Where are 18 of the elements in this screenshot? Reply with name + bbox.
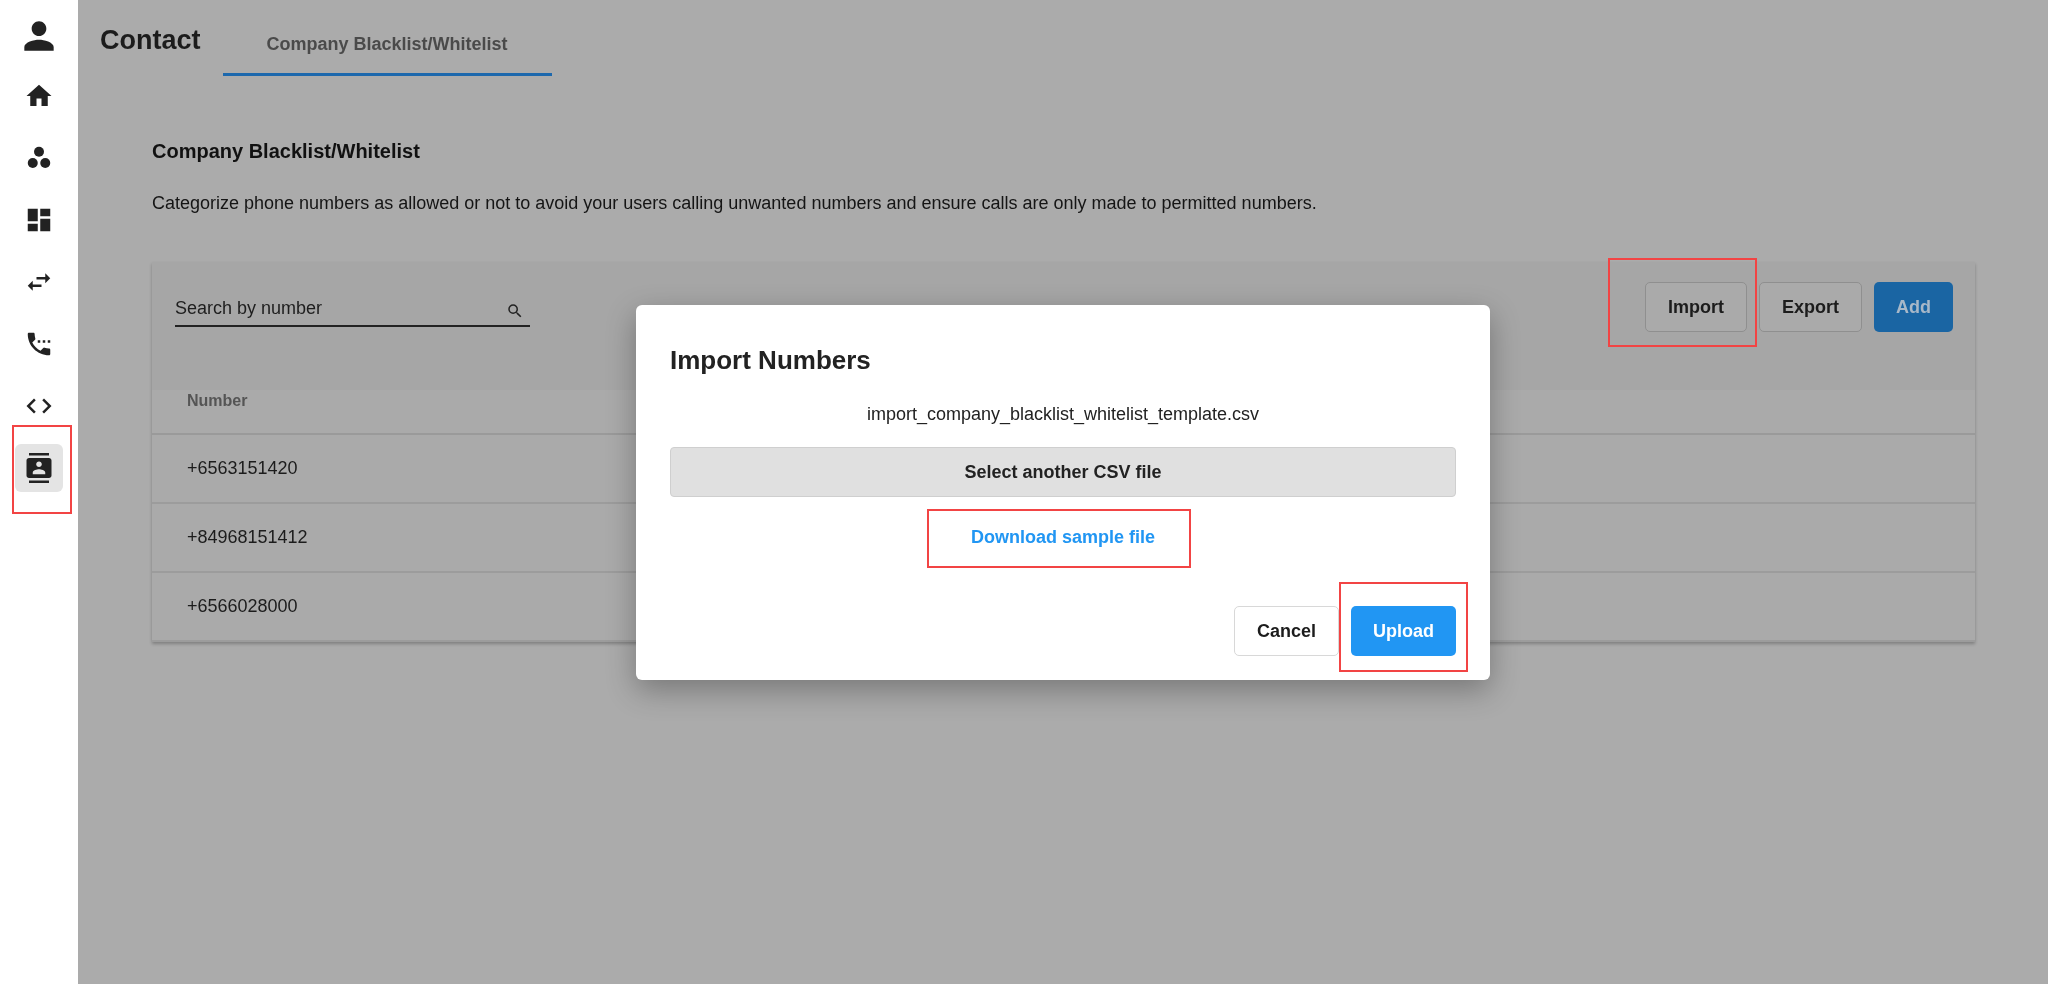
search-icon (506, 302, 524, 320)
select-file-button[interactable]: Select another CSV file (670, 447, 1456, 497)
search-field[interactable]: Search by number (175, 296, 530, 327)
toolbar-button[interactable]: Import (1645, 282, 1747, 332)
sidebar-item[interactable] (15, 444, 63, 492)
toolbar-button[interactable]: Export (1759, 282, 1862, 332)
file-name: import_company_blacklist_whitelist_template.csv (865, 404, 1261, 425)
page-title: Contact (100, 25, 201, 56)
table-cell: +6563151420 (187, 458, 298, 479)
table-cell: +84968151412 (187, 527, 308, 548)
dialog-title: Import Numbers (670, 345, 872, 376)
dialog-button[interactable]: Cancel (1233, 606, 1339, 656)
tab[interactable]: Company Blacklist/Whitelist (222, 34, 552, 76)
section-description: Categorize phone numbers as allowed or not to avoid your users calling unwanted numbers and ensure calls are only made to permitted numbers. (152, 193, 1318, 214)
column-header: Number (187, 391, 248, 410)
contact-card-icon (24, 453, 54, 483)
section-title: Company Blacklist/Whitelist (152, 140, 421, 163)
table-cell: +6566028000 (187, 596, 298, 617)
